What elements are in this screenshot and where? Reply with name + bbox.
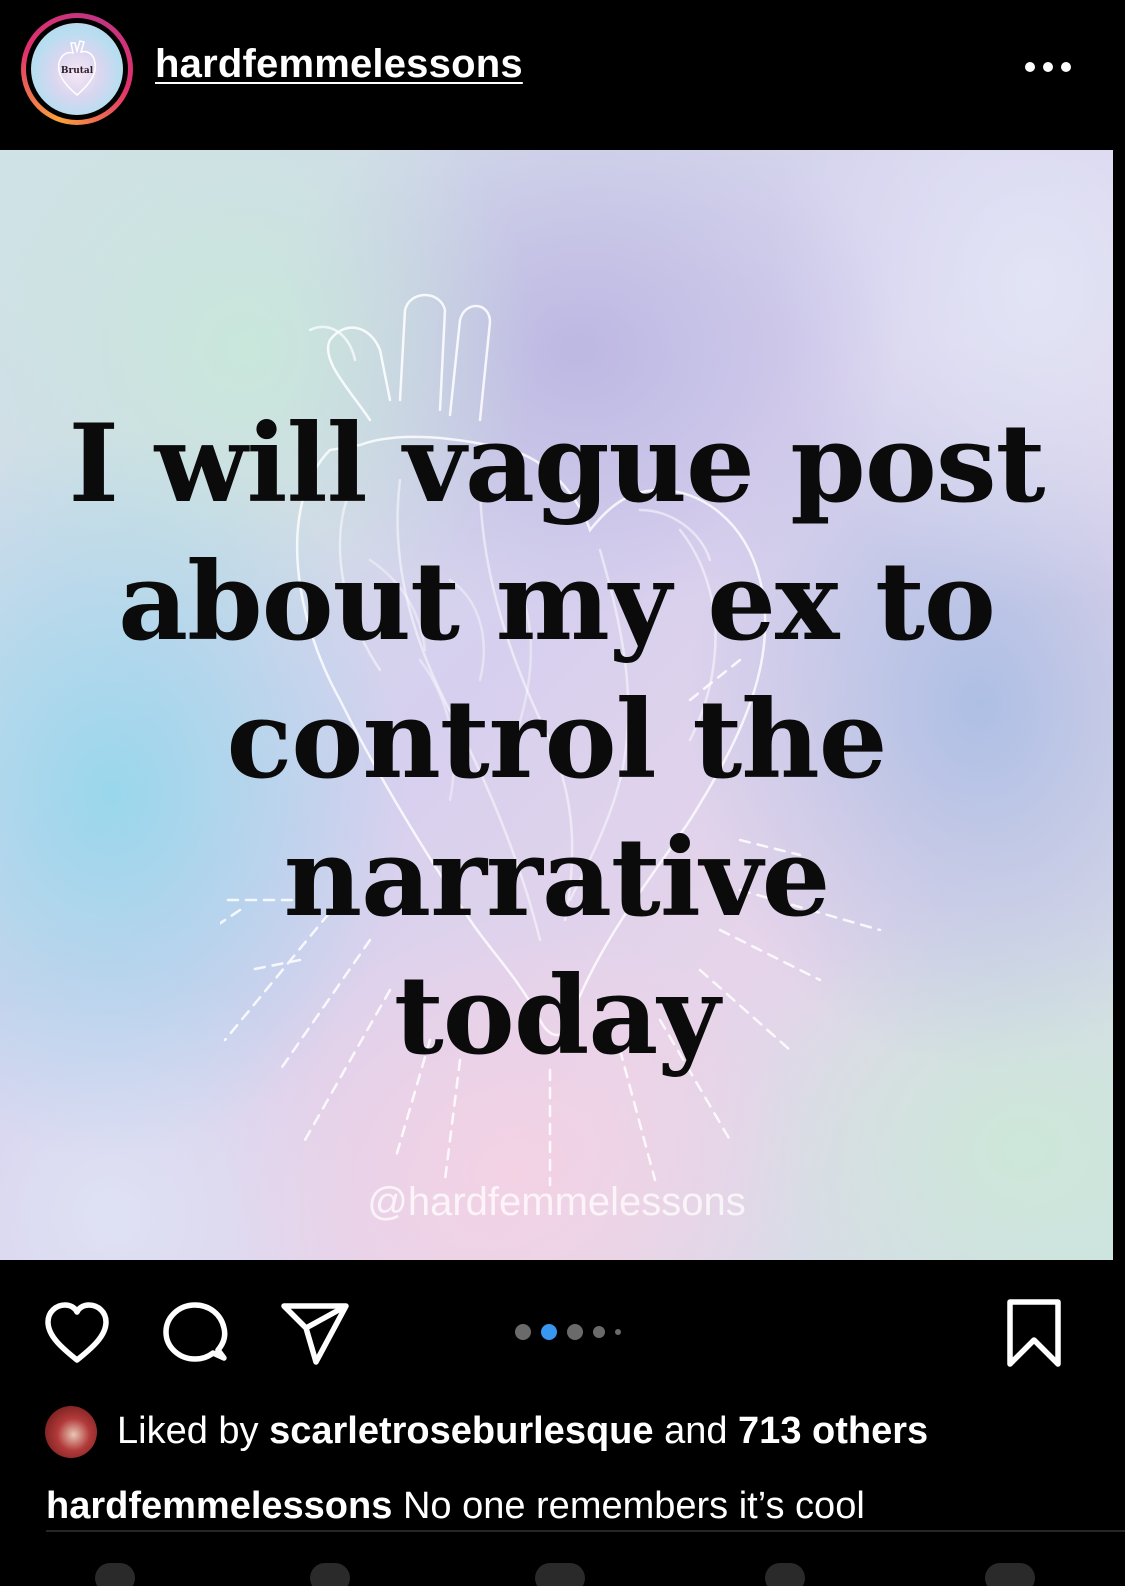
likes-connector: and: [664, 1410, 728, 1452]
liker-username[interactable]: scarletroseburlesque: [269, 1410, 653, 1452]
more-horizontal-icon[interactable]: [1022, 52, 1074, 82]
profile-avatar[interactable]: Brutal: [21, 13, 133, 125]
carousel-indicator: [515, 1320, 621, 1344]
carousel-dot-active: [541, 1324, 557, 1340]
tab-icon-partial[interactable]: [985, 1563, 1035, 1586]
tab-icon-partial[interactable]: [310, 1563, 350, 1586]
post-image[interactable]: I will vague post about my ex to control…: [0, 150, 1113, 1260]
tab-icon-partial[interactable]: [765, 1563, 805, 1586]
tab-icon-partial[interactable]: [535, 1563, 585, 1586]
likes-row[interactable]: Liked by scarletroseburlesque and 713 ot…: [0, 1400, 1125, 1470]
quote-line: about my ex to: [118, 539, 996, 665]
comment-icon[interactable]: [160, 1300, 230, 1366]
likes-summary[interactable]: Liked by scarletroseburlesque and 713 ot…: [117, 1410, 928, 1453]
post-header: Brutal hardfemmelessons: [0, 0, 1125, 150]
quote-line: today: [393, 953, 720, 1079]
bookmark-icon[interactable]: [1004, 1298, 1064, 1368]
likes-others-count[interactable]: 713 others: [738, 1410, 928, 1452]
caption-username[interactable]: hardfemmelessons: [46, 1485, 392, 1527]
post-caption: hardfemmelessons No one remembers it’s c…: [46, 1485, 865, 1528]
carousel-dot: [567, 1324, 583, 1340]
watermark-handle: @hardfemmelessons: [367, 1180, 746, 1224]
quote-text: I will vague post about my ex to control…: [0, 395, 1113, 1085]
avatar-brand-text: Brutal: [60, 66, 94, 76]
carousel-dot: [615, 1329, 621, 1335]
caption-text: No one remembers it’s cool: [402, 1485, 865, 1527]
action-bar: [0, 1260, 1125, 1400]
likes-prefix: Liked by: [117, 1410, 259, 1452]
carousel-dot: [515, 1324, 531, 1340]
quote-line: control the narrative: [226, 677, 888, 941]
quote-line: I will vague post: [68, 401, 1045, 527]
liker-avatar[interactable]: [45, 1406, 97, 1458]
carousel-dot: [593, 1326, 605, 1338]
heart-icon[interactable]: [42, 1300, 112, 1366]
divider: [46, 1530, 1125, 1532]
tab-bar-partial: [0, 1555, 1125, 1586]
tab-icon-partial[interactable]: [95, 1563, 135, 1586]
paper-plane-icon[interactable]: [278, 1300, 352, 1366]
avatar-image: Brutal: [31, 23, 123, 115]
username-link[interactable]: hardfemmelessons: [155, 42, 523, 87]
